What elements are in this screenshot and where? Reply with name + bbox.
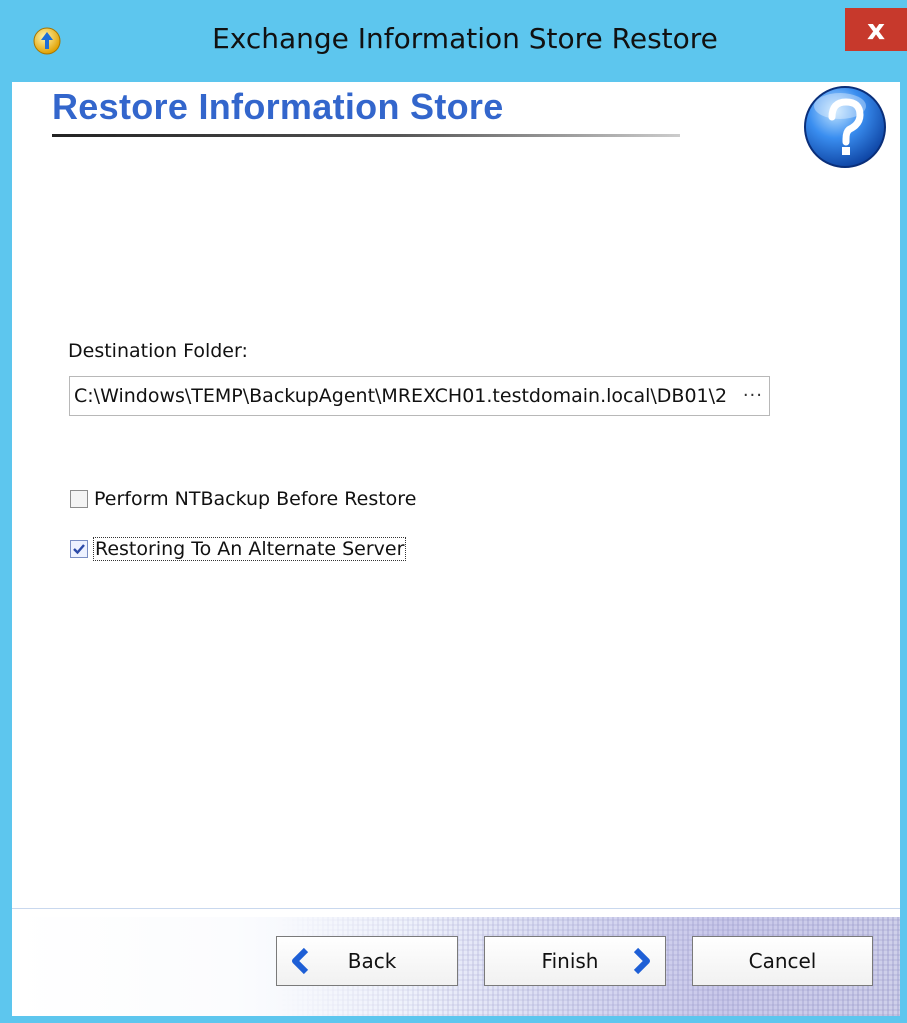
back-label: Back [347,949,397,973]
alternate-server-checkbox[interactable] [70,540,88,558]
help-icon[interactable] [802,84,888,170]
page-title: Restore Information Store [52,86,504,127]
ntbackup-option[interactable]: Perform NTBackup Before Restore [70,488,416,510]
destination-folder-value: C:\Windows\TEMP\BackupAgent\MREXCH01.tes… [74,385,728,407]
finish-label: Finish [541,949,599,973]
title-bar[interactable]: Exchange Information Store Restore x [0,0,907,82]
restore-dialog-window: Exchange Information Store Restore x Res… [0,0,907,1023]
browse-button[interactable]: ··· [743,377,763,415]
checkmark-icon [73,544,85,555]
destination-folder-field[interactable]: C:\Windows\TEMP\BackupAgent\MREXCH01.tes… [69,376,770,416]
destination-folder-label: Destination Folder: [68,340,248,362]
ntbackup-checkbox[interactable] [70,490,88,508]
alternate-server-label: Restoring To An Alternate Server [92,537,407,561]
ntbackup-label: Perform NTBackup Before Restore [94,488,417,510]
finish-button[interactable]: Finish [484,936,666,986]
alternate-server-option[interactable]: Restoring To An Alternate Server [70,537,407,561]
cancel-label: Cancel [748,949,817,973]
forward-arrow-icon [633,947,650,975]
window-title: Exchange Information Store Restore [212,22,718,55]
close-button[interactable]: x [845,8,907,51]
back-button[interactable]: Back [276,936,458,986]
dialog-content: Restore Information Store Destination Fo… [12,82,900,1016]
header-divider [52,134,680,137]
back-arrow-icon [292,947,309,975]
cancel-button[interactable]: Cancel [692,936,873,986]
